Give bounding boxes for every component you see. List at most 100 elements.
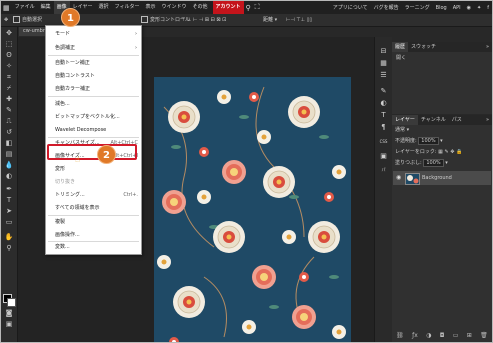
menu-item-variables[interactable]: 変数... xyxy=(46,242,141,252)
twitter-icon[interactable]: ✦ xyxy=(474,5,484,11)
history-brush-tool-icon[interactable]: ↺ xyxy=(3,128,15,137)
menu-report-bug[interactable]: バグを報告 xyxy=(371,4,402,11)
eyedropper-tool-icon[interactable]: ⌿ xyxy=(3,84,15,93)
collapse-icon[interactable]: » xyxy=(486,42,489,52)
transform-checkbox[interactable] xyxy=(141,16,148,23)
menu-edit[interactable]: 編集 xyxy=(38,1,54,14)
folder-icon[interactable]: ▭ xyxy=(453,332,459,339)
menu-item-auto-tone[interactable]: 自動トーン補正 xyxy=(46,58,141,68)
info-panel-icon[interactable]: ☰ xyxy=(378,71,389,80)
paths-panel-label[interactable]: パ xyxy=(378,165,389,174)
chevron-down-icon[interactable]: ▾ xyxy=(445,160,448,166)
menu-item-crop[interactable]: 切り抜き xyxy=(46,177,141,187)
menu-account[interactable]: アカウント xyxy=(212,1,244,14)
pen-tool-icon[interactable]: ✒ xyxy=(3,185,15,194)
search-icon[interactable]: ⚲ xyxy=(244,4,253,12)
menu-learning[interactable]: ラーニング xyxy=(402,4,433,11)
magic-wand-tool-icon[interactable]: ✧ xyxy=(3,62,15,71)
fill-input[interactable]: 100% xyxy=(423,159,444,167)
distribute-icons[interactable]: ⊢⊣ ⊤⊥ ▯▯ xyxy=(286,14,312,26)
blend-mode-select[interactable]: 通常 ▾ xyxy=(395,126,409,133)
menu-item-auto-color[interactable]: 自動カラー補正 xyxy=(46,84,141,94)
tab-channels[interactable]: チャンネル xyxy=(418,115,449,125)
dodge-tool-icon[interactable]: ◐ xyxy=(3,172,15,181)
history-item-open[interactable]: 開く xyxy=(396,54,406,61)
hand-tool-icon[interactable]: ✋ xyxy=(3,233,15,242)
menu-select[interactable]: 選択 xyxy=(96,1,112,14)
menu-file[interactable]: ファイル xyxy=(12,1,38,14)
quick-mask-icon[interactable]: ◙ xyxy=(3,309,15,318)
screen-mode-icon[interactable]: ▣ xyxy=(3,320,15,329)
menu-item-duplicate[interactable]: 複製 xyxy=(46,217,141,227)
align-icons[interactable]: ⊤ ⊥ ⊢ ⊣ ⊞ ⊟ ⊠ ⊡ xyxy=(181,14,226,26)
menu-view[interactable]: 表示 xyxy=(142,1,158,14)
menu-item-trim[interactable]: トリミング... Ctrl+. xyxy=(46,190,141,200)
menu-item-reduce-colors[interactable]: 減色... xyxy=(46,99,141,109)
layer-row-background[interactable]: ◉ Background xyxy=(393,171,491,185)
opacity-input[interactable]: 100% xyxy=(418,137,439,145)
character-panel-icon[interactable]: T xyxy=(378,111,389,120)
brush-panel-icon[interactable]: ✎ xyxy=(378,87,389,96)
tab-layers[interactable]: レイヤー xyxy=(392,115,418,125)
paragraph-panel-icon[interactable]: ¶ xyxy=(378,123,389,132)
menu-item-transform[interactable]: 変形 xyxy=(46,164,141,174)
css-panel-label[interactable]: CSS xyxy=(378,137,389,146)
tab-swatches[interactable]: スウォッチ xyxy=(408,42,439,52)
shape-tool-icon[interactable]: ▭ xyxy=(3,218,15,227)
menu-about[interactable]: アプリについて xyxy=(330,4,371,11)
menu-item-auto-contrast[interactable]: 自動コントラスト xyxy=(46,71,141,81)
background-color-swatch[interactable] xyxy=(7,298,16,307)
new-layer-icon[interactable]: ⊞ xyxy=(467,332,472,339)
adjustment-icon[interactable]: ◑ xyxy=(426,332,431,339)
clone-stamp-tool-icon[interactable]: ⎍ xyxy=(3,117,15,126)
adjust-panel-icon[interactable]: ◐ xyxy=(378,99,389,108)
menu-item-wavelet[interactable]: Wavelet Decompose xyxy=(46,125,141,135)
trash-icon[interactable]: 🗑 xyxy=(480,332,488,339)
eraser-tool-icon[interactable]: ◧ xyxy=(3,139,15,148)
type-tool-icon[interactable]: T xyxy=(3,196,15,205)
distance-dropdown-icon[interactable]: ▾ xyxy=(275,17,278,23)
link-icon[interactable]: ⛓ xyxy=(396,332,404,339)
tab-paths[interactable]: パス xyxy=(449,115,465,125)
lock-transparency-icon[interactable]: ▦ xyxy=(438,149,443,155)
document-canvas[interactable] xyxy=(154,77,351,342)
move-tool-icon[interactable]: ✥ xyxy=(3,29,15,38)
lasso-tool-icon[interactable]: ʘ xyxy=(3,51,15,60)
collapse-icon[interactable]: » xyxy=(486,115,489,125)
marquee-tool-icon[interactable]: ⬚ xyxy=(3,40,15,49)
mask-icon[interactable]: ◘ xyxy=(440,332,445,339)
effects-icon[interactable]: ƒx xyxy=(412,332,418,339)
menu-blog[interactable]: Blog xyxy=(433,5,450,11)
lock-all-icon[interactable]: 🔒 xyxy=(456,149,462,155)
menu-item-adjustments[interactable]: 色調補正 › xyxy=(46,43,141,53)
history-panel-icon[interactable]: ⊟ xyxy=(378,47,389,56)
chevron-down-icon[interactable]: ▾ xyxy=(440,138,443,144)
menu-item-reveal-all[interactable]: すべての領域を表示 xyxy=(46,203,141,213)
image-panel-icon[interactable]: ▣ xyxy=(378,152,389,161)
eye-icon[interactable]: ◉ xyxy=(396,174,401,181)
menu-api[interactable]: API xyxy=(450,5,464,11)
menu-item-apply-image[interactable]: 画像操作... xyxy=(46,230,141,240)
zoom-tool-icon[interactable]: ⚲ xyxy=(3,244,15,253)
menu-filter[interactable]: フィルター xyxy=(112,1,143,14)
lock-pixels-icon[interactable]: ✎ xyxy=(444,149,448,155)
gradient-tool-icon[interactable]: ▤ xyxy=(3,150,15,159)
menu-item-mode[interactable]: モード › xyxy=(46,29,141,39)
healing-tool-icon[interactable]: ✚ xyxy=(3,95,15,104)
menu-window[interactable]: ウインドウ xyxy=(158,1,189,14)
facebook-icon[interactable]: f xyxy=(484,5,492,11)
menu-more[interactable]: その他 xyxy=(189,1,210,14)
blur-tool-icon[interactable]: 💧 xyxy=(3,161,15,170)
auto-select-checkbox[interactable] xyxy=(13,16,20,23)
tab-history[interactable]: 履歴 xyxy=(392,42,409,52)
brush-tool-icon[interactable]: ✎ xyxy=(3,106,15,115)
distance-option[interactable]: 距離 ▾ xyxy=(263,14,277,26)
menu-item-vectorize[interactable]: ビットマップをベクトル化... xyxy=(46,112,141,122)
swatches-panel-icon[interactable]: ▦ xyxy=(378,59,389,68)
lock-position-icon[interactable]: ✥ xyxy=(450,149,454,155)
path-select-tool-icon[interactable]: ➤ xyxy=(3,207,15,216)
auto-select-option[interactable]: 自動選択 xyxy=(13,14,42,26)
crop-tool-icon[interactable]: ⌗ xyxy=(3,73,15,82)
fullscreen-icon[interactable]: ⛶ xyxy=(253,3,262,12)
reddit-icon[interactable]: ◉ xyxy=(464,5,474,11)
